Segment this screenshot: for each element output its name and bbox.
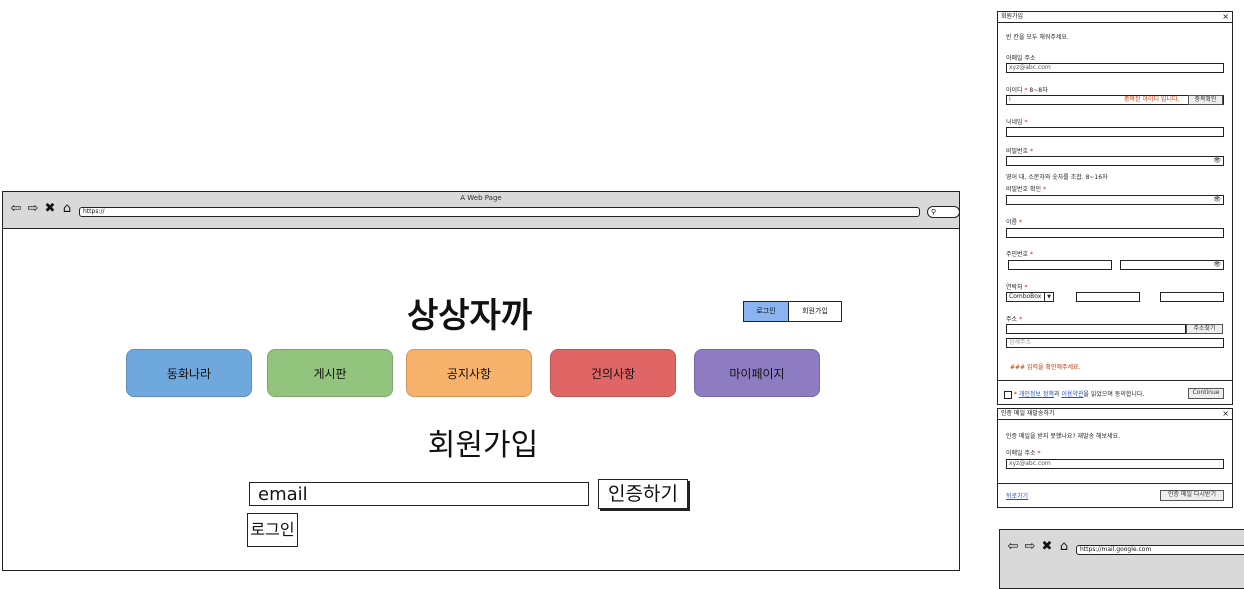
rrn-label: 주민번호 * — [1006, 251, 1034, 258]
stop-icon[interactable]: ✖ — [1040, 540, 1054, 554]
password-label: 비밀번호 * — [1006, 148, 1034, 155]
login-button[interactable]: 로그인 — [744, 302, 789, 321]
forward-icon[interactable]: ⇨ — [1023, 540, 1037, 554]
resend-dialog: 인증 메일 재발송하기 × 인증 메일을 받지 못했나요? 재발송 해보세요. … — [997, 408, 1233, 508]
password-hint: 영어 대, 소문자와 숫자를 조합. 8~16자 — [1006, 174, 1108, 181]
nickname-field[interactable] — [1006, 127, 1224, 137]
signup-dialog: 회원가입 × 빈 칸을 모두 채워주세요. 이메일 주소 xyz@abc.com… — [997, 11, 1233, 405]
email-input[interactable]: email — [249, 482, 589, 506]
password-confirm-label: 비밀번호 확인 * — [1006, 186, 1046, 193]
page-heading: 회원가입 — [427, 428, 539, 463]
phone-prefix-combobox[interactable]: ComboBox ▼ — [1006, 292, 1054, 302]
dialog-intro: 인증 메일을 받지 못했나요? 재발송 해보세요. — [1006, 433, 1120, 440]
email-field[interactable]: xyz@abc.com — [1006, 459, 1224, 469]
search-icon[interactable]: ⚲ — [927, 206, 960, 218]
eye-icon[interactable]: 👁 — [1213, 261, 1221, 269]
phone-label: 연락처 * — [1006, 284, 1028, 291]
home-icon[interactable]: ⌂ — [1057, 540, 1071, 554]
signup-button[interactable]: 회원가입 — [789, 302, 841, 321]
window-title: A Web Page — [460, 194, 502, 202]
dialog-intro: 빈 칸을 모두 채워주세요. — [1006, 34, 1069, 41]
continue-button[interactable]: Continue — [1188, 388, 1224, 399]
menu-fairytale[interactable]: 동화나라 — [126, 349, 252, 397]
menu-notice[interactable]: 공지사항 — [406, 349, 532, 397]
eye-icon[interactable]: 👁 — [1213, 196, 1221, 204]
dialog-footer: * 개인정보 정책과 이용약관을 읽었으며 동의합니다. Continue — [998, 380, 1232, 405]
address-field[interactable] — [1006, 324, 1186, 334]
email-label: 이메일 주소 — [1006, 55, 1036, 62]
url-bar[interactable]: https:// — [79, 207, 920, 217]
address-label: 주소 * — [1006, 316, 1022, 323]
error-message: ### 입력을 확인해주세요. — [1010, 364, 1081, 371]
site-title: 상상자까 — [407, 296, 533, 336]
menu-suggestion[interactable]: 건의사항 — [550, 349, 676, 397]
id-label: 아이디 * 8~8자 — [1006, 87, 1048, 94]
eye-icon[interactable]: 👁 — [1213, 157, 1221, 165]
text-cursor-icon: I — [1009, 96, 1011, 103]
name-field[interactable] — [1006, 228, 1224, 238]
url-bar[interactable]: https://mail.google.com — [1076, 545, 1244, 555]
privacy-policy-link[interactable]: 개인정보 정책 — [1019, 391, 1054, 398]
name-label: 이름 * — [1006, 219, 1022, 226]
dialog-title: 회원가입 — [1001, 13, 1024, 20]
agree-checkbox[interactable] — [1004, 390, 1012, 399]
menu-mypage[interactable]: 마이페이지 — [694, 349, 820, 397]
main-browser-window: A Web Page ⇦ ⇨ ✖ ⌂ https:// ⚲ 상상자까 로그인 회… — [2, 191, 960, 571]
duplicate-id-message: 중복된 아이디 입니다. — [1124, 96, 1180, 103]
mail-browser-window: W ⇦ ⇨ ✖ ⌂ https://mail.google.com — [999, 529, 1244, 589]
email-label: 이메일 주소 * — [1006, 450, 1041, 457]
back-icon[interactable]: ⇦ — [1006, 540, 1020, 554]
terms-link[interactable]: 이용약관 — [1061, 391, 1083, 398]
chevron-down-icon: ▼ — [1044, 293, 1053, 301]
back-link[interactable]: 뒤로가기 — [1006, 491, 1028, 500]
close-icon[interactable]: × — [1222, 409, 1229, 419]
forward-icon[interactable]: ⇨ — [26, 202, 40, 216]
email-field[interactable]: xyz@abc.com — [1006, 63, 1224, 73]
resend-button[interactable]: 인증 메일 다시받기 — [1160, 490, 1224, 501]
address-detail-field[interactable]: 상세주소 — [1006, 338, 1224, 348]
rrn-back-field[interactable]: 👁 — [1120, 260, 1224, 270]
back-icon[interactable]: ⇦ — [9, 202, 23, 216]
nickname-label: 닉네임 * — [1006, 119, 1028, 126]
stop-icon[interactable]: ✖ — [43, 202, 57, 216]
login-link-button[interactable]: 로그인 — [247, 513, 298, 547]
rrn-front-field[interactable] — [1008, 260, 1112, 270]
close-icon[interactable]: × — [1222, 12, 1229, 22]
address-search-button[interactable]: 주소찾기 — [1186, 324, 1223, 334]
phone-middle-field[interactable] — [1076, 292, 1140, 302]
auth-buttons: 로그인 회원가입 — [743, 301, 842, 322]
menu-board[interactable]: 게시판 — [267, 349, 393, 397]
dialog-footer: 뒤로가기 인증 메일 다시받기 — [998, 483, 1232, 508]
check-duplicate-button[interactable]: 중복확인 — [1188, 95, 1223, 105]
dialog-titlebar: 회원가입 × — [998, 12, 1232, 23]
home-icon[interactable]: ⌂ — [60, 202, 74, 216]
password-confirm-field[interactable]: 👁 — [1006, 195, 1224, 205]
agree-row: * 개인정보 정책과 이용약관을 읽었으며 동의합니다. — [1004, 389, 1144, 399]
browser-toolbar: A Web Page ⇦ ⇨ ✖ ⌂ https:// ⚲ — [3, 192, 960, 229]
dialog-titlebar: 인증 메일 재발송하기 × — [998, 409, 1232, 420]
phone-last-field[interactable] — [1160, 292, 1224, 302]
password-field[interactable]: 👁 — [1006, 156, 1224, 166]
dialog-title: 인증 메일 재발송하기 — [1001, 410, 1055, 417]
verify-button[interactable]: 인증하기 — [598, 479, 688, 509]
